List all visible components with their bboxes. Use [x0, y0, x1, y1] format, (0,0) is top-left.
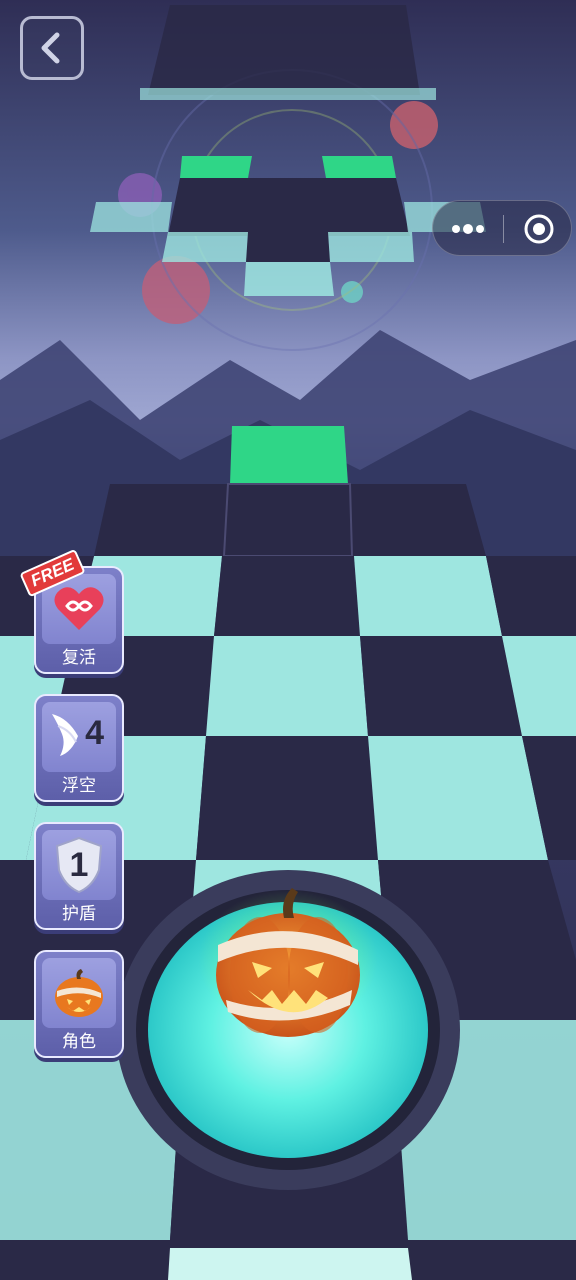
- pumpkin-icon: [55, 969, 103, 1017]
- chevron-left-icon: [41, 32, 60, 64]
- mini-program-capsule: [432, 200, 572, 256]
- float-button[interactable]: 4 浮空: [34, 694, 124, 802]
- shield-icon-box: 1: [42, 830, 116, 900]
- back-button[interactable]: [20, 16, 84, 80]
- character-label: 角色: [62, 1032, 96, 1052]
- distant-tiles: [90, 5, 486, 296]
- revive-label: 复活: [62, 648, 96, 668]
- target-tile: [230, 426, 348, 484]
- infinity-heart-icon: [54, 587, 104, 630]
- target-circle-icon: [524, 214, 553, 244]
- shield-count: 1: [69, 845, 89, 884]
- more-button[interactable]: [433, 201, 503, 257]
- revive-button[interactable]: FREE 复活: [19, 548, 124, 674]
- character-icon-box: [42, 958, 116, 1028]
- more-dots-icon: [452, 224, 484, 234]
- float-label: 浮空: [62, 776, 96, 796]
- close-button[interactable]: [504, 201, 573, 257]
- shield-button[interactable]: 1 护盾: [34, 822, 124, 930]
- character-button[interactable]: 角色: [34, 950, 124, 1058]
- shield-label: 护盾: [62, 904, 96, 924]
- float-count: 4: [85, 714, 104, 752]
- float-icon-box: 4: [42, 702, 116, 772]
